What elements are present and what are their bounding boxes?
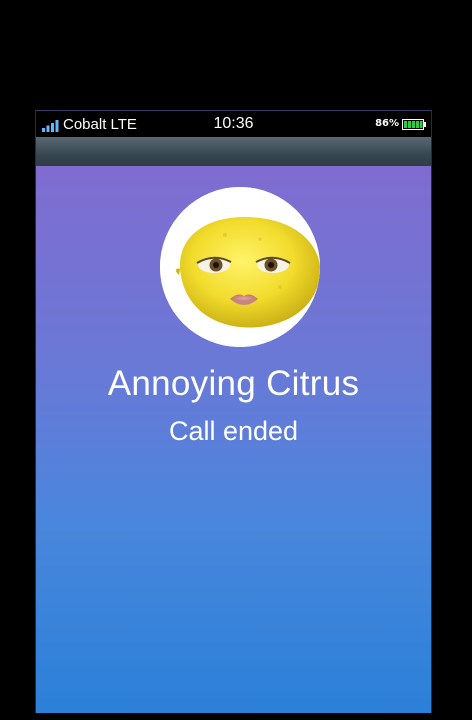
battery-icon [402, 119, 426, 130]
lemon-face-avatar [160, 187, 320, 347]
contact-name: Annoying Citrus [107, 364, 360, 403]
call-screen: Annoying Citrus Call ended [36, 166, 431, 713]
call-status: Call ended [168, 416, 299, 446]
header-strip [36, 137, 431, 166]
contact-avatar [160, 187, 320, 347]
status-bar: Cobalt LTE 10:36 86% [36, 111, 431, 137]
status-clock: 10:36 [213, 115, 254, 132]
battery-percent: 86% [375, 118, 399, 129]
phone-screen: Cobalt LTE 10:36 86% Annoying Citrus Cal… [35, 110, 432, 713]
